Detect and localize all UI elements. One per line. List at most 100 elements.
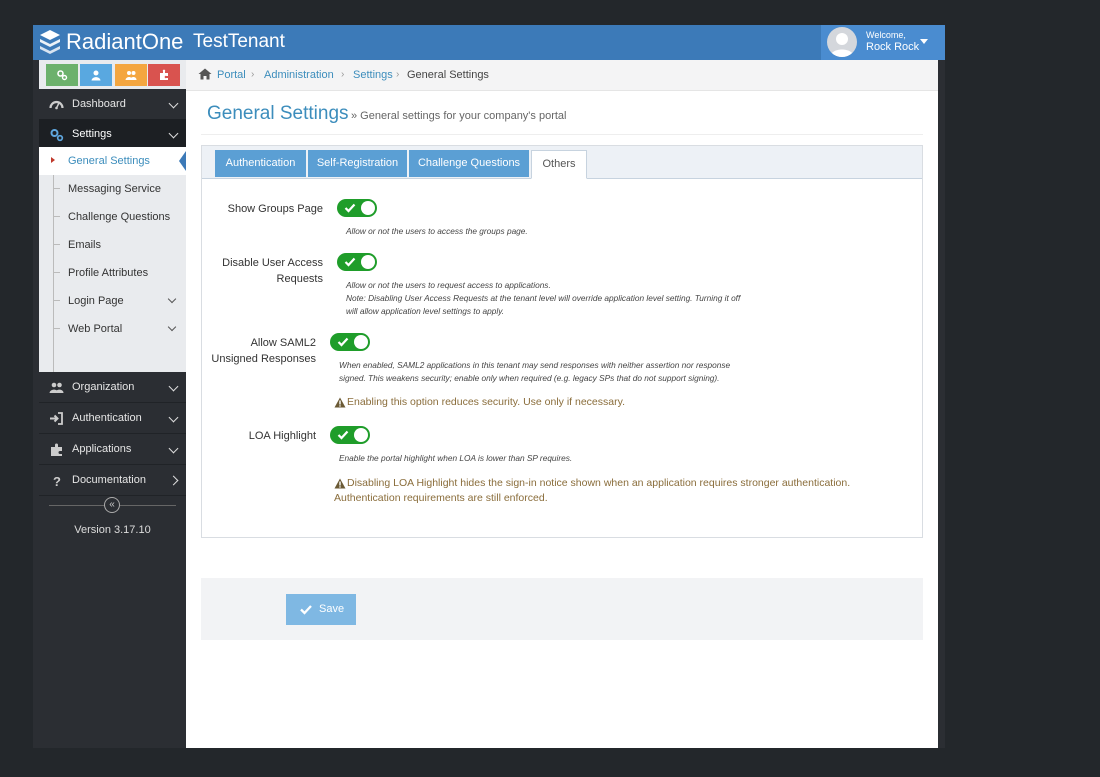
save-button[interactable]: Save — [286, 594, 356, 625]
tab-others[interactable]: Others — [531, 150, 587, 179]
toggle-knob — [361, 255, 375, 269]
check-icon — [344, 257, 356, 267]
breadcrumb-current: General Settings — [407, 69, 489, 81]
sidebar-item-applications[interactable]: Applications — [39, 434, 186, 465]
loa-warning-line2: Authentication requirements are still en… — [334, 492, 548, 504]
loa-label: LOA Highlight — [248, 430, 316, 442]
sidebar-item-organization[interactable]: Organization — [39, 372, 186, 403]
home-icon[interactable] — [198, 68, 212, 80]
breadcrumb-separator: › — [341, 69, 345, 80]
avatar-person-icon — [830, 33, 854, 57]
submenu-item-profile-attributes[interactable]: Profile Attributes — [39, 259, 186, 287]
breadcrumb-portal[interactable]: Portal — [217, 69, 246, 81]
tree-branch — [53, 328, 60, 329]
quick-user-button[interactable] — [80, 64, 112, 86]
gears-icon — [57, 70, 68, 81]
disable-access-help-line3: will allow application level settings to… — [346, 306, 505, 316]
page-title: General Settings — [207, 103, 349, 124]
warning-icon — [334, 397, 346, 408]
sidebar-item-settings[interactable]: Settings — [39, 119, 186, 148]
tree-branch — [53, 272, 60, 273]
quick-users-button[interactable] — [115, 64, 147, 86]
submenu-item-label: Web Portal — [68, 323, 123, 335]
submenu-item-label: Challenge Questions — [68, 211, 171, 223]
collapse-sidebar-icon[interactable]: « — [104, 497, 120, 513]
submenu-item-web-portal[interactable]: Web Portal — [39, 315, 186, 343]
show-groups-help: Allow or not the users to access the gro… — [346, 226, 528, 236]
chevron-right-icon — [168, 475, 179, 486]
toggle-knob — [354, 428, 368, 442]
avatar — [827, 27, 857, 57]
disable-access-label-line1: Disable User Access — [222, 257, 323, 269]
settings-panel: Authentication Self-Registration Challen… — [201, 145, 923, 538]
check-icon — [337, 430, 349, 440]
sidebar-collapse-row: « — [39, 493, 186, 517]
submenu-item-label: Login Page — [68, 295, 124, 307]
brand-name: RadiantOne — [66, 29, 184, 54]
disable-access-label-line2: Requests — [276, 273, 323, 285]
submenu-item-login-page[interactable]: Login Page — [39, 287, 186, 315]
saml2-label-line2: Unsigned Responses — [211, 353, 316, 365]
breadcrumb-settings[interactable]: Settings — [353, 69, 393, 81]
saml2-warning: Enabling this option reduces security. U… — [347, 396, 625, 408]
user-menu[interactable]: Welcome, Rock Rock — [821, 25, 945, 60]
sidebar-item-label: Documentation — [72, 474, 146, 486]
page-subtitle: » General settings for your company's po… — [351, 110, 567, 122]
submenu-item-general-settings[interactable]: General Settings — [39, 147, 186, 175]
tree-branch — [53, 244, 60, 245]
show-groups-toggle[interactable] — [337, 199, 377, 217]
puzzle-icon — [160, 69, 168, 80]
quick-gears-button[interactable] — [46, 64, 78, 86]
users-icon — [125, 71, 137, 80]
tree-branch — [53, 188, 60, 189]
top-header: RadiantOne TestTenant Welcome, Rock Rock — [33, 25, 945, 60]
active-arrow-icon — [51, 157, 55, 163]
settings-submenu: General Settings Messaging Service Chall… — [39, 147, 186, 372]
sidebar-item-label: Applications — [72, 443, 132, 455]
saml2-help-line2: signed. This weakens security; enable on… — [339, 373, 720, 383]
tab-authentication[interactable]: Authentication — [215, 150, 306, 177]
chevron-down-icon — [168, 98, 179, 109]
disable-access-toggle[interactable] — [337, 253, 377, 271]
tenant-name: TestTenant — [193, 31, 285, 52]
tab-self-registration[interactable]: Self-Registration — [308, 150, 407, 177]
sidebar-item-label: Authentication — [72, 412, 142, 424]
question-icon: ? — [53, 474, 61, 488]
active-notch-icon — [179, 151, 186, 171]
user-icon — [91, 70, 101, 81]
sidebar-item-documentation[interactable]: ? Documentation — [39, 465, 186, 496]
quick-puzzle-button[interactable] — [148, 64, 180, 86]
check-icon — [344, 203, 356, 213]
puzzle-icon — [51, 443, 62, 456]
sidebar-item-label: Settings — [72, 128, 112, 140]
submenu-item-challenge-questions[interactable]: Challenge Questions — [39, 203, 186, 231]
save-button-label: Save — [319, 603, 345, 615]
loa-help: Enable the portal highlight when LOA is … — [339, 453, 573, 463]
chevron-down-icon — [168, 128, 179, 139]
disable-access-help-line1: Allow or not the users to request access… — [346, 280, 551, 290]
submenu-item-emails[interactable]: Emails — [39, 231, 186, 259]
tab-strip: Authentication Self-Registration Challen… — [202, 146, 922, 179]
radiantone-logo-icon — [40, 30, 60, 54]
sidebar-item-dashboard[interactable]: Dashboard — [39, 89, 186, 120]
saml2-toggle[interactable] — [330, 333, 370, 351]
check-icon — [337, 337, 349, 347]
caret-down-icon[interactable] — [920, 39, 928, 44]
chevron-down-icon — [168, 443, 179, 454]
chevron-down-icon — [168, 381, 179, 392]
sidebar-item-authentication[interactable]: Authentication — [39, 403, 186, 434]
welcome-label: Welcome, — [866, 30, 906, 40]
chevron-down-icon — [168, 412, 179, 423]
submenu-item-messaging-service[interactable]: Messaging Service — [39, 175, 186, 203]
check-icon — [300, 605, 312, 615]
sidebar-item-label: Organization — [72, 381, 135, 393]
breadcrumb: Portal › Administration › Settings › Gen… — [186, 60, 938, 91]
tree-branch — [53, 216, 60, 217]
loa-toggle[interactable] — [330, 426, 370, 444]
version-label: Version 3.17.10 — [74, 524, 151, 536]
saml2-help-line1: When enabled, SAML2 applications in this… — [339, 360, 731, 370]
breadcrumb-administration[interactable]: Administration — [264, 69, 334, 81]
tab-challenge-questions[interactable]: Challenge Questions — [409, 150, 529, 177]
quick-action-row — [39, 60, 186, 89]
dashboard-icon — [49, 100, 64, 110]
